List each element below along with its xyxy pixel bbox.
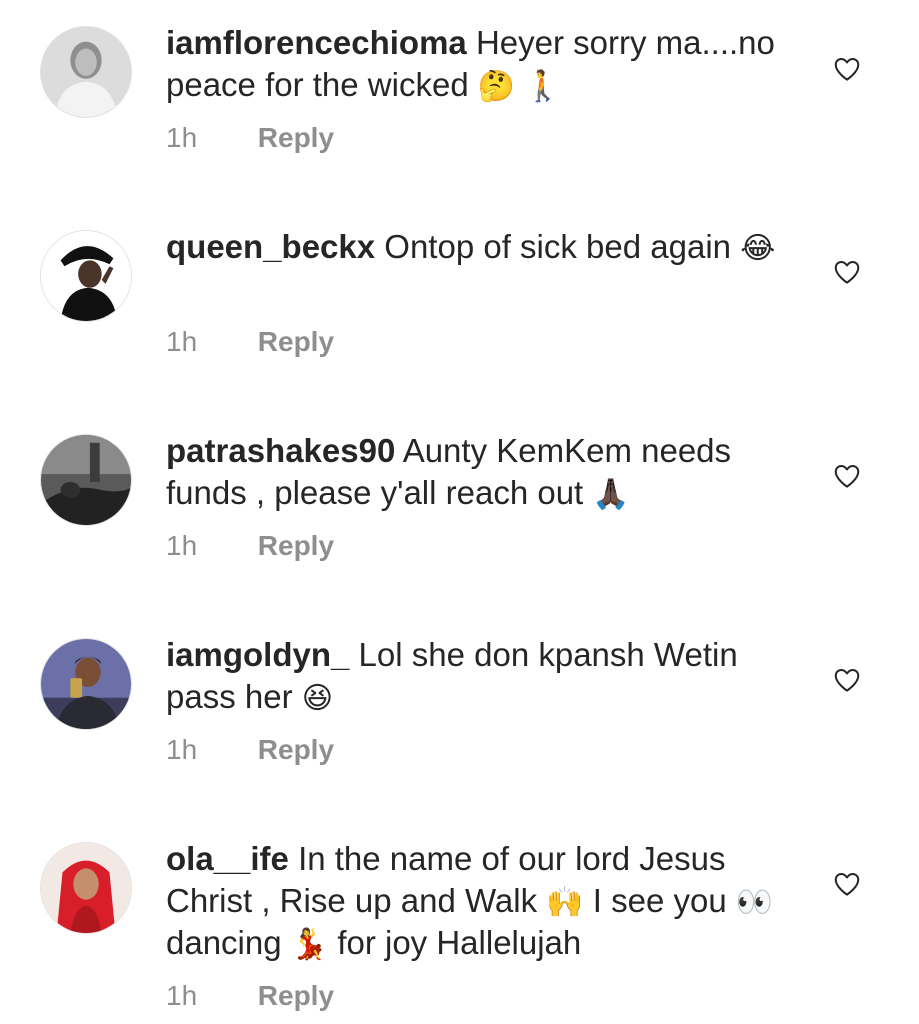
like-button[interactable] [832,665,862,695]
avatar[interactable] [40,434,132,526]
tears-of-joy-emoji-icon: 😂 [740,231,776,266]
comment-body-mid: I see you [592,882,727,919]
heart-outline-icon [834,465,860,488]
like-button[interactable] [832,869,862,899]
person-walking-emoji-icon: 🚶 [524,69,562,104]
reply-button[interactable]: Reply [258,122,334,153]
comment-meta: 1h Reply [166,530,334,562]
comment-text: iamgoldyn_ Lol she don kpansh Wetin pass… [166,634,816,718]
comment-body-mid2: dancing [166,924,282,961]
avatar[interactable] [40,842,132,934]
heart-outline-icon [834,873,860,896]
comment-time: 1h [166,122,198,153]
like-button[interactable] [832,461,862,491]
comment-time: 1h [166,326,198,357]
heart-outline-icon [834,261,860,284]
comment-text: ola__ife In the name of our lord Jesus C… [166,838,816,964]
reply-button[interactable]: Reply [258,734,334,765]
reply-button[interactable]: Reply [258,980,334,1011]
reply-button[interactable]: Reply [258,326,334,357]
grinning-squinting-face-emoji-icon: 😆 [301,681,334,716]
comment-time: 1h [166,980,198,1011]
avatar[interactable] [40,26,132,118]
thinking-face-emoji-icon: 🤔 [477,69,516,104]
raising-hands-emoji-icon: 🙌 [546,885,584,920]
folded-hands-emoji-icon: 🙏🏿 [592,477,630,512]
heart-outline-icon [834,58,860,81]
comment-body-end: for joy Hallelujah [337,924,582,961]
comment-username[interactable]: queen_beckx [166,228,375,265]
like-button[interactable] [832,54,862,84]
comment-meta: 1h Reply [166,122,334,154]
comment-username[interactable]: iamgoldyn_ [166,636,349,673]
comment-username[interactable]: iamflorencechioma [166,24,467,61]
comment-username[interactable]: ola__ife [166,840,289,877]
avatar[interactable] [40,638,132,730]
heart-outline-icon [834,669,860,692]
comment-meta: 1h Reply [166,980,334,1012]
comment-body: Ontop of sick bed again [384,228,732,265]
dancer-emoji-icon: 💃 [290,927,329,962]
comment-time: 1h [166,734,198,765]
comment-text: patrashakes90 Aunty KemKem needs funds ,… [166,430,816,514]
comment-text: iamflorencechioma Heyer sorry ma....no p… [166,22,816,106]
comment-time: 1h [166,530,198,561]
comment-text: queen_beckx Ontop of sick bed again 😂 [166,226,816,268]
comment-username[interactable]: patrashakes90 [166,432,395,469]
like-button[interactable] [832,257,862,287]
comment-meta: 1h Reply [166,734,334,766]
eyes-emoji-icon: 👀 [735,885,774,920]
avatar[interactable] [40,230,132,322]
reply-button[interactable]: Reply [258,530,334,561]
comment-meta: 1h Reply [166,326,334,358]
